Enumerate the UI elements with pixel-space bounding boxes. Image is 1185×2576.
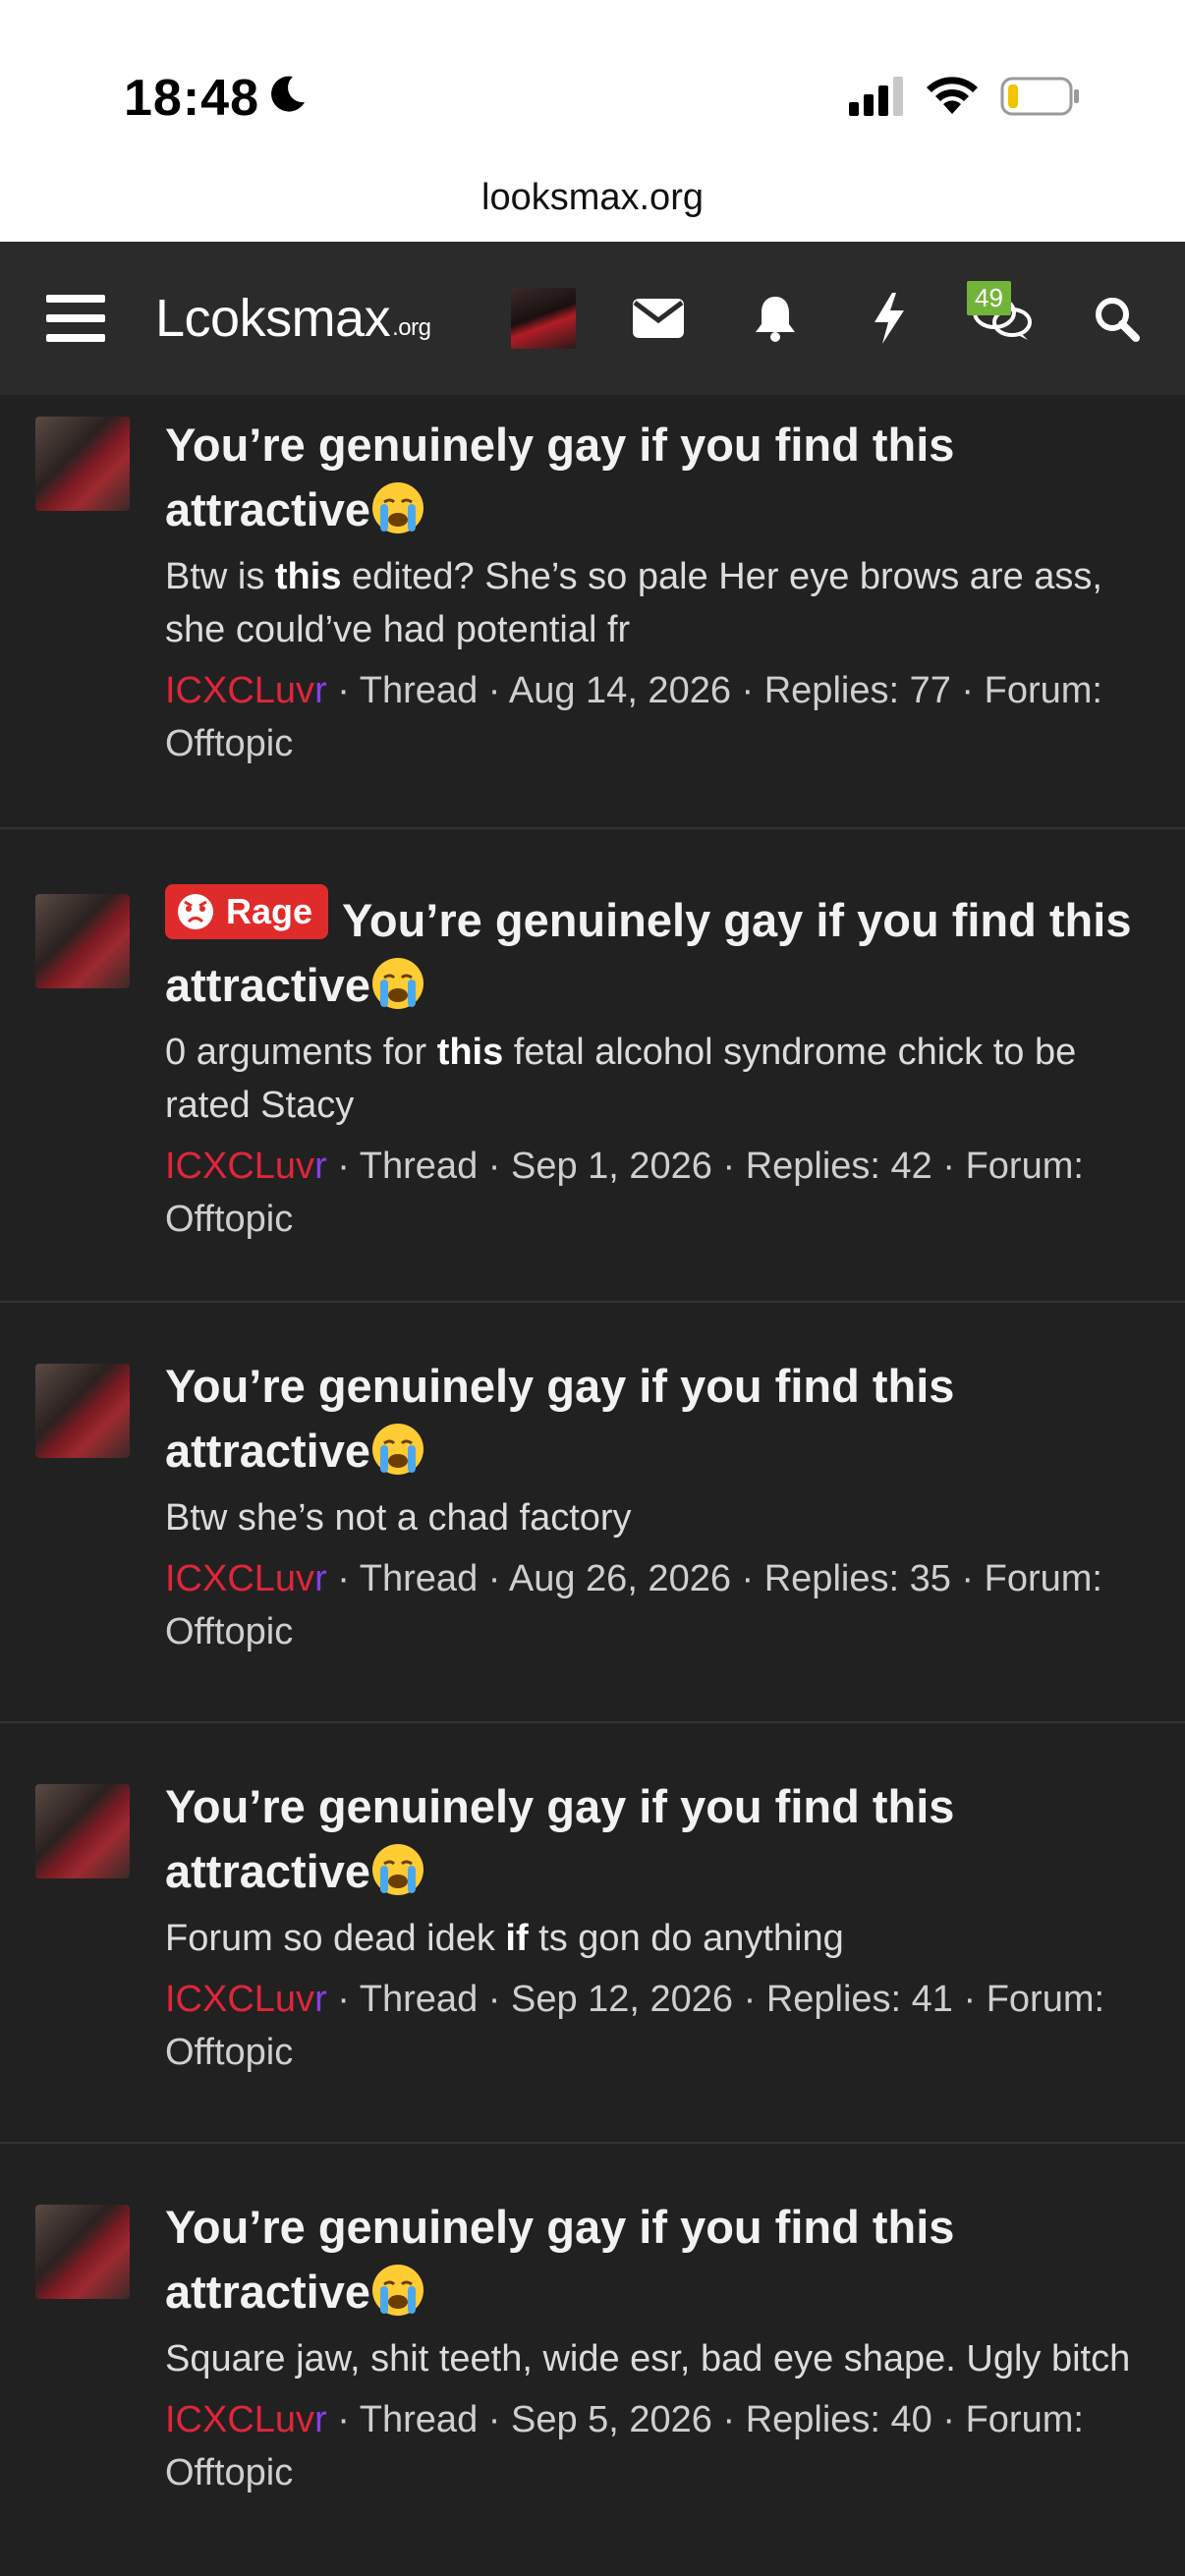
thread-meta: ICXCLuvr · Thread · Sep 5, 2026 · Replie… [165, 2399, 1084, 2493]
loudly-crying-emoji-icon [372, 1424, 423, 1475]
bolt-icon [875, 293, 904, 344]
thread-author-link[interactable]: ICXCLuvr [165, 1558, 327, 1599]
avatar [511, 288, 576, 349]
thread-author-avatar[interactable] [35, 2205, 130, 2299]
thread-meta: ICXCLuvr · Thread · Aug 26, 2026 · Repli… [165, 1558, 1102, 1652]
site-logo[interactable]: Lcoksmax .org [155, 242, 431, 395]
site-header: Lcoksmax .org 49 [0, 242, 1185, 395]
thread-title[interactable]: You’re genuinely gay if you find this at… [165, 1774, 1150, 1904]
thread-meta: ICXCLuvr · Thread · Sep 12, 2026 · Repli… [165, 1979, 1105, 2073]
loudly-crying-emoji-icon [372, 1844, 423, 1895]
thread-author-avatar[interactable] [35, 1364, 130, 1458]
loudly-crying-emoji-icon [372, 958, 423, 1009]
mail-icon [633, 299, 684, 338]
thread-snippet: 0 arguments for this fetal alcohol syndr… [165, 1032, 1077, 1126]
rage-prefix-badge: Rage [165, 884, 329, 939]
conversations-count-badge: 49 [967, 281, 1011, 315]
thread-title[interactable]: You’re genuinely gay if you find this at… [165, 1354, 1150, 1484]
menu-button[interactable] [43, 242, 108, 395]
thread-title[interactable]: You’re genuinely gay if you find this at… [165, 2195, 1150, 2324]
thread-meta: ICXCLuvr · Thread · Aug 14, 2026 · Repli… [165, 670, 1102, 764]
thread-result[interactable]: You’re genuinely gay if you find this at… [0, 1723, 1185, 2144]
thread-author-link[interactable]: ICXCLuvr [165, 1146, 327, 1187]
conversations-button[interactable] [971, 242, 1034, 395]
thread-author-link[interactable]: ICXCLuvr [165, 2399, 327, 2440]
logo-text: Lcoksmax [155, 289, 391, 348]
loudly-crying-emoji-icon [372, 2265, 423, 2316]
logo-suffix: .org [392, 314, 431, 341]
thread-result[interactable]: You’re genuinely gay if you find this at… [0, 2144, 1185, 2576]
thread-author-link[interactable]: ICXCLuvr [165, 670, 327, 711]
thread-title[interactable]: You’re genuinely gay if you find this at… [165, 413, 1150, 542]
search-icon [1096, 298, 1140, 342]
status-bar: 18:48 looksmax.org [0, 0, 1185, 242]
thread-author-avatar[interactable] [35, 894, 130, 988]
thread-result[interactable]: Rage You’re genuinely gay if you find thi… [0, 829, 1185, 1303]
thread-author-avatar[interactable] [35, 1784, 130, 1878]
whats-new-button[interactable] [865, 242, 914, 395]
bell-icon [756, 297, 795, 342]
thread-meta: ICXCLuvr · Thread · Sep 1, 2026 · Replie… [165, 1146, 1084, 1240]
thread-result[interactable]: You’re genuinely gay if you find this at… [0, 395, 1185, 829]
menu-icon [46, 295, 105, 342]
thread-author-avatar[interactable] [35, 417, 130, 511]
thread-snippet: Btw she’s not a chad factory [165, 1497, 632, 1539]
thread-result[interactable]: You’re genuinely gay if you find this at… [0, 1303, 1185, 1723]
thread-author-link[interactable]: ICXCLuvr [165, 1979, 327, 2020]
thread-snippet: Square jaw, shit teeth, wide esr, bad ey… [165, 2338, 1131, 2380]
angry-face-icon [178, 894, 213, 929]
search-results-list: You’re genuinely gay if you find this at… [0, 395, 1185, 2576]
moon-icon [271, 76, 305, 112]
thread-snippet: Btw is this edited? She’s so pale Her ey… [165, 556, 1102, 650]
search-button[interactable] [1089, 242, 1144, 395]
address-bar-url[interactable]: looksmax.org [0, 177, 1185, 219]
battery-low-icon [1000, 77, 1079, 116]
signal-icon [849, 77, 903, 116]
loudly-crying-emoji-icon [372, 482, 423, 533]
alerts-button[interactable] [749, 242, 802, 395]
user-avatar-button[interactable] [511, 242, 576, 395]
inbox-button[interactable] [631, 242, 686, 395]
thread-snippet: Forum so dead idek if ts gon do anything [165, 1918, 844, 1959]
thread-title[interactable]: Rage You’re genuinely gay if you find thi… [165, 884, 1150, 1018]
wifi-icon [927, 77, 978, 114]
clock: 18:48 [124, 70, 259, 127]
